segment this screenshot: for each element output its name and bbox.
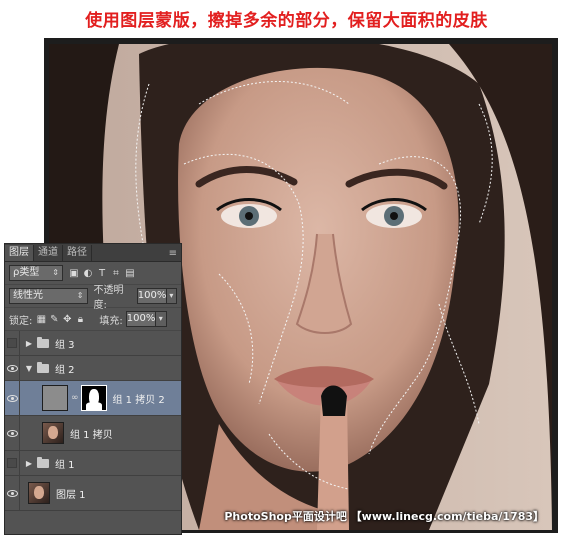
tab-channels[interactable]: 通道 xyxy=(34,245,63,261)
eye-icon[interactable] xyxy=(5,476,20,510)
layer-name: 组 3 xyxy=(55,339,75,351)
layer-thumbnail xyxy=(42,385,68,411)
layer-name: 组 1 xyxy=(55,459,75,471)
folder-icon xyxy=(37,336,49,348)
fill-dropdown-icon[interactable]: ▾ xyxy=(155,311,167,327)
layer-row-layer-1[interactable]: 图层 1 xyxy=(5,476,181,511)
layer-list: ▶ 组 3 ▼ 组 2 ∞ 组 1 拷贝 2 组 1 拷贝 ▶ 组 1 图层 1 xyxy=(5,331,181,511)
filter-type-select[interactable]: ρ类型 ⇕ xyxy=(9,265,63,281)
opacity-dropdown-icon[interactable]: ▾ xyxy=(166,288,178,304)
shape-filter-icon[interactable]: ⌗ xyxy=(111,268,121,279)
chevron-down-icon: ⇕ xyxy=(76,291,84,300)
fill-input[interactable]: 100% xyxy=(125,311,156,327)
lock-label: 锁定: xyxy=(9,315,33,327)
layer-row-group-3[interactable]: ▶ 组 3 xyxy=(5,331,181,356)
tab-paths[interactable]: 路径 xyxy=(63,245,92,261)
chain-link-icon[interactable]: ∞ xyxy=(71,393,79,403)
lock-transparent-icon[interactable]: ▦ xyxy=(36,314,46,325)
layer-name: 组 1 拷贝 xyxy=(70,429,113,441)
folder-icon xyxy=(37,361,49,373)
visibility-toggle[interactable] xyxy=(5,331,20,355)
folder-icon xyxy=(37,456,49,468)
opacity-input[interactable]: 100% xyxy=(136,288,167,304)
lock-image-icon[interactable]: ✎ xyxy=(49,314,59,325)
layer-row-selected[interactable]: ∞ 组 1 拷贝 2 xyxy=(5,381,181,416)
tab-layers[interactable]: 图层 xyxy=(5,245,34,261)
layer-mask-thumbnail[interactable] xyxy=(80,385,107,411)
collapse-arrow-icon[interactable]: ▼ xyxy=(24,364,34,373)
eye-icon[interactable] xyxy=(5,356,20,380)
fill-label: 填充: xyxy=(99,315,123,327)
adjustment-filter-icon[interactable]: ◐ xyxy=(83,268,93,279)
layer-row-group-1[interactable]: ▶ 组 1 xyxy=(5,451,181,476)
blend-mode-value: 线性光 xyxy=(13,290,43,301)
layer-name: 图层 1 xyxy=(56,489,86,501)
chevron-down-icon: ⇕ xyxy=(52,268,59,277)
layers-panel: 图层 通道 路径 ≡ ρ类型 ⇕ ▣ ◐ T ⌗ ▤ 线性光 ⇕ 不透明度: 1… xyxy=(4,243,182,535)
panel-tabs: 图层 通道 路径 ≡ xyxy=(5,244,181,262)
expand-arrow-icon[interactable]: ▶ xyxy=(24,339,34,348)
expand-arrow-icon[interactable]: ▶ xyxy=(24,459,34,468)
layer-thumbnail xyxy=(42,422,64,444)
lock-all-icon[interactable]: 🔒︎ xyxy=(75,314,85,325)
layer-row-group-2[interactable]: ▼ 组 2 xyxy=(5,356,181,381)
blend-mode-select[interactable]: 线性光 ⇕ xyxy=(9,288,88,304)
filter-icons: ▣ ◐ T ⌗ ▤ xyxy=(69,268,135,279)
smart-object-filter-icon[interactable]: ▤ xyxy=(125,268,135,279)
eye-icon[interactable] xyxy=(5,416,20,450)
layer-thumbnail xyxy=(28,482,50,504)
filter-type-label: ρ类型 xyxy=(13,267,40,278)
pixel-filter-icon[interactable]: ▣ xyxy=(69,268,79,279)
eye-icon[interactable] xyxy=(5,381,20,415)
visibility-toggle[interactable] xyxy=(5,451,20,475)
layer-row-copy[interactable]: 组 1 拷贝 xyxy=(5,416,181,451)
layer-name: 组 1 拷贝 2 xyxy=(112,394,165,406)
layer-name: 组 2 xyxy=(55,364,75,376)
opacity-label: 不透明度: xyxy=(93,285,124,311)
panel-menu-icon[interactable]: ≡ xyxy=(165,246,181,261)
lock-row: 锁定: ▦ ✎ ✥ 🔒︎ 填充: 100% ▾ xyxy=(5,308,181,331)
watermark-text: PhotoShop平面设计吧 【www.linecg.com/tieba/178… xyxy=(224,510,544,523)
page-title: 使用图层蒙版，擦掉多余的部分，保留大面积的皮肤 xyxy=(85,11,488,31)
blend-row: 线性光 ⇕ 不透明度: 100% ▾ xyxy=(5,285,181,311)
lock-position-icon[interactable]: ✥ xyxy=(62,314,72,325)
type-filter-icon[interactable]: T xyxy=(97,268,107,279)
